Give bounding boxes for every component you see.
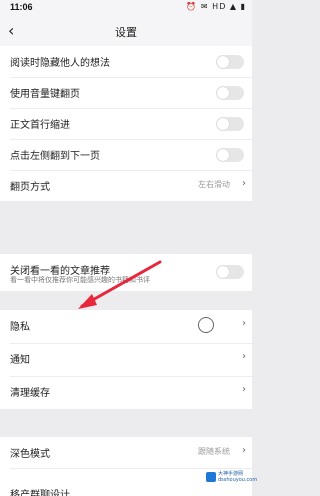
page-turn-value: 左右滑动 — [198, 180, 230, 189]
status-icons: ⏰ ✉ HD ▲ ▮ — [186, 2, 246, 11]
setting-label: 深色模式 — [10, 449, 50, 460]
toggle-knob — [217, 56, 229, 68]
settings-group-general: 隐私 › 通知 › 清理缓存 › — [0, 310, 252, 409]
setting-label: 点击左侧翻到下一页 — [10, 151, 100, 162]
settings-group-display: 深色模式 跟随系统 › 移产群聊设计 — [0, 437, 252, 496]
setting-row-clear-cache[interactable]: 清理缓存 › — [0, 376, 252, 409]
setting-row-dark-mode[interactable]: 深色模式 跟随系统 › — [0, 437, 252, 468]
toggle-knob — [217, 87, 229, 99]
setting-row-privacy[interactable]: 隐私 › — [0, 310, 252, 343]
status-time: 11:06 — [10, 2, 33, 12]
hide-thoughts-toggle[interactable] — [216, 55, 244, 69]
chevron-right-icon: › — [242, 384, 246, 395]
toggle-knob — [217, 266, 229, 278]
setting-row-volume-key[interactable]: 使用音量键翻页 — [0, 77, 252, 108]
watermark-text: 大神手游网 dsshouyou.com — [218, 471, 258, 483]
watermark-icon — [206, 472, 216, 482]
setting-label: 正文首行缩进 — [10, 120, 70, 131]
chevron-right-icon: › — [242, 445, 246, 456]
setting-label: 翻页方式 — [10, 182, 50, 193]
setting-label: 隐私 — [10, 322, 30, 333]
setting-row-left-tap[interactable]: 点击左侧翻到下一页 — [0, 139, 252, 170]
indent-toggle[interactable] — [216, 117, 244, 131]
setting-label: 通知 — [10, 355, 30, 366]
setting-row-hide-thoughts[interactable]: 阅读时隐藏他人的想法 — [0, 46, 252, 77]
setting-row-notify[interactable]: 通知 › — [0, 343, 252, 376]
setting-label: 使用音量键翻页 — [10, 89, 80, 100]
toggle-knob — [217, 149, 229, 161]
chevron-right-icon: › — [242, 318, 246, 329]
setting-label: 移产群聊设计 — [10, 490, 70, 496]
close-recommend-toggle[interactable] — [216, 265, 244, 279]
chevron-right-icon: › — [242, 178, 246, 189]
setting-label: 阅读时隐藏他人的想法 — [10, 58, 110, 69]
nav-bar: ‹ 设置 — [0, 16, 252, 46]
left-tap-toggle[interactable] — [216, 148, 244, 162]
page-title: 设置 — [115, 26, 137, 39]
status-bar: 11:06 ⏰ ✉ HD ▲ ▮ — [0, 0, 252, 16]
privacy-circle-indicator — [198, 317, 214, 333]
setting-row-indent[interactable]: 正文首行缩进 — [0, 108, 252, 139]
setting-label: 清理缓存 — [10, 388, 50, 399]
setting-row-page-turn[interactable]: 翻页方式 左右滑动 › — [0, 170, 252, 201]
dark-mode-value: 跟随系统 — [198, 447, 230, 456]
chevron-right-icon: › — [242, 351, 246, 362]
setting-row-close-recommend[interactable]: 关闭看一看的文章推荐 看一看中将仅推荐你可能感兴趣的书籍和书评 — [0, 254, 252, 291]
watermark-logo: 大神手游网 dsshouyou.com — [204, 470, 257, 484]
settings-group-reading: 阅读时隐藏他人的想法 使用音量键翻页 正文首行缩进 点击左侧翻到下一页 翻页方式… — [0, 46, 252, 201]
settings-group-recommend: 关闭看一看的文章推荐 看一看中将仅推荐你可能感兴趣的书籍和书评 — [0, 254, 252, 291]
toggle-knob — [217, 118, 229, 130]
setting-description: 看一看中将仅推荐你可能感兴趣的书籍和书评 — [10, 276, 150, 284]
volume-key-toggle[interactable] — [216, 86, 244, 100]
